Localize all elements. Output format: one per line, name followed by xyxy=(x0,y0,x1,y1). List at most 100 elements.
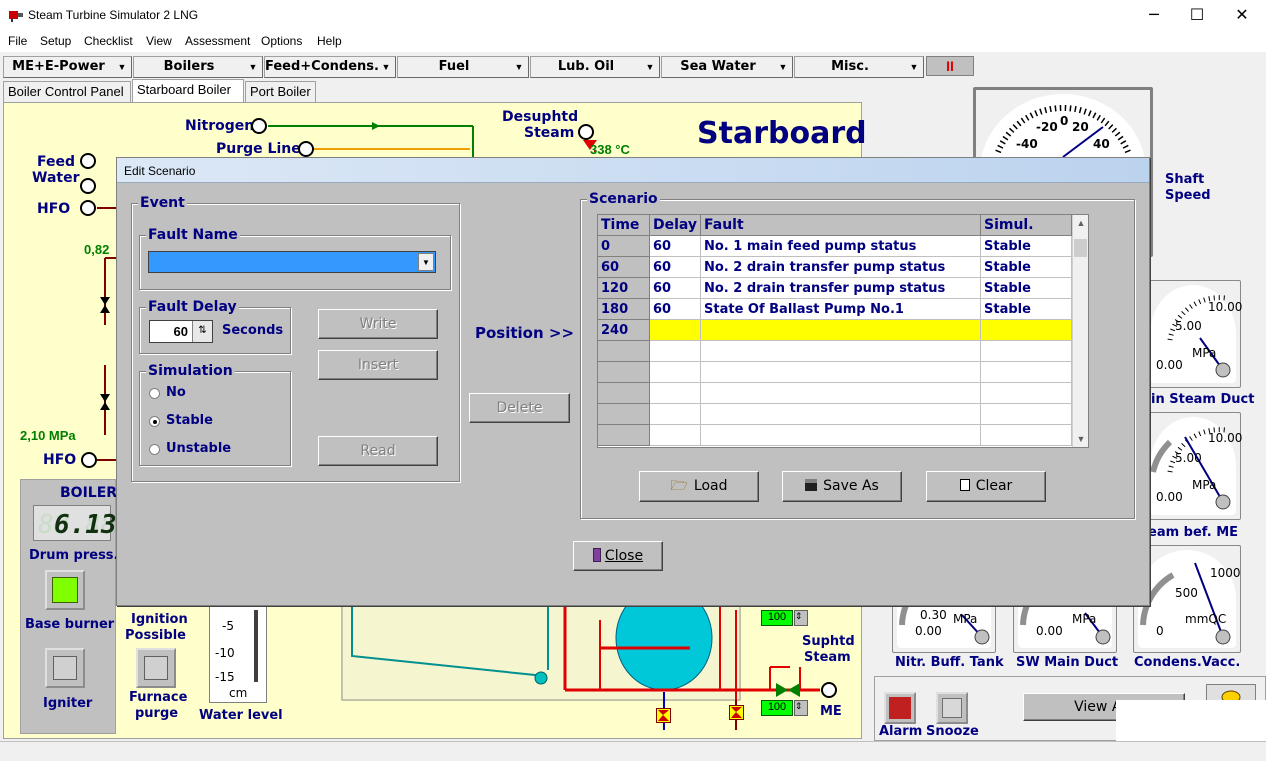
table-row[interactable] xyxy=(598,383,1072,404)
table-cell[interactable] xyxy=(598,425,650,446)
table-row[interactable]: 240 xyxy=(598,320,1072,341)
table-cell[interactable] xyxy=(701,425,981,446)
clear-button[interactable]: Clear xyxy=(926,471,1046,502)
radio-no[interactable] xyxy=(149,388,160,399)
menu-help[interactable]: Help xyxy=(317,34,342,48)
table-cell[interactable] xyxy=(650,425,701,446)
table-row[interactable]: 180 60 State Of Ballast Pump No.1 Stable xyxy=(598,299,1072,320)
column-header-time[interactable]: Time xyxy=(598,215,650,236)
scenario-table[interactable]: Time Delay Fault Simul. 0 60 No. 1 main fe… xyxy=(597,214,1089,448)
valve-b-stepper[interactable]: ⇕ xyxy=(794,700,808,716)
column-header-simul[interactable]: Simul. xyxy=(981,215,1072,236)
table-cell[interactable]: 60 xyxy=(650,236,701,257)
furnace-purge-button[interactable] xyxy=(136,648,176,688)
valve-icon[interactable] xyxy=(656,708,671,723)
table-cell[interactable] xyxy=(701,383,981,404)
table-cell[interactable] xyxy=(650,320,701,341)
menu-view[interactable]: View xyxy=(146,34,172,48)
delete-button[interactable]: Delete xyxy=(469,393,570,423)
write-button[interactable]: Write xyxy=(318,309,438,339)
fault-delay-input[interactable]: 60 ⇅ xyxy=(149,320,213,343)
close-button[interactable]: Close xyxy=(573,541,663,571)
table-cell[interactable]: 60 xyxy=(598,257,650,278)
menu-checklist[interactable]: Checklist xyxy=(84,34,133,48)
tab-port-boiler[interactable]: Port Boiler xyxy=(245,81,316,102)
chevron-down-icon[interactable]: ▼ xyxy=(418,253,434,271)
table-cell[interactable]: 60 xyxy=(650,278,701,299)
table-cell[interactable] xyxy=(701,404,981,425)
maximize-button[interactable]: ☐ xyxy=(1174,0,1220,31)
table-cell[interactable] xyxy=(650,383,701,404)
combo-misc[interactable]: Misc. ▼ xyxy=(794,56,924,78)
combo-feed-condens[interactable]: Feed+Condens. ▼ xyxy=(264,56,396,78)
table-cell[interactable] xyxy=(981,362,1072,383)
combo-fuel[interactable]: Fuel ▼ xyxy=(397,56,529,78)
table-cell[interactable] xyxy=(598,383,650,404)
menu-file[interactable]: File xyxy=(8,34,27,48)
fault-name-select[interactable]: ▼ xyxy=(148,251,436,273)
column-header-delay[interactable]: Delay xyxy=(650,215,701,236)
table-cell[interactable] xyxy=(981,383,1072,404)
table-cell[interactable] xyxy=(650,404,701,425)
column-header-fault[interactable]: Fault xyxy=(701,215,981,236)
table-cell[interactable] xyxy=(701,341,981,362)
table-cell[interactable]: State Of Ballast Pump No.1 xyxy=(701,299,981,320)
vertical-scrollbar[interactable]: ▲ ▼ xyxy=(1072,215,1088,447)
table-cell[interactable]: 60 xyxy=(650,299,701,320)
feed-water-connector-2[interactable] xyxy=(80,178,96,194)
menu-setup[interactable]: Setup xyxy=(40,34,71,48)
delay-stepper[interactable]: ⇅ xyxy=(192,321,212,342)
table-row[interactable]: 120 60 No. 2 drain transfer pump status Sta… xyxy=(598,278,1072,299)
table-cell[interactable] xyxy=(598,362,650,383)
valve-icon[interactable] xyxy=(729,705,744,720)
table-cell[interactable]: 240 xyxy=(598,320,650,341)
snooze-button[interactable] xyxy=(936,692,968,724)
hfo-bottom-connector[interactable] xyxy=(81,452,97,468)
table-cell[interactable]: No. 2 drain transfer pump status xyxy=(701,278,981,299)
menu-assessment[interactable]: Assessment xyxy=(185,34,250,48)
table-cell[interactable]: No. 2 drain transfer pump status xyxy=(701,257,981,278)
base-burner-lamp[interactable] xyxy=(45,570,85,610)
desuphtd-connector[interactable] xyxy=(578,124,594,140)
table-row[interactable] xyxy=(598,404,1072,425)
table-row[interactable] xyxy=(598,341,1072,362)
combo-boilers[interactable]: Boilers ▼ xyxy=(133,56,263,78)
table-cell[interactable] xyxy=(598,404,650,425)
table-cell[interactable] xyxy=(981,425,1072,446)
table-cell[interactable]: Stable xyxy=(981,299,1072,320)
table-cell[interactable]: 120 xyxy=(598,278,650,299)
table-row[interactable] xyxy=(598,425,1072,446)
table-cell[interactable] xyxy=(650,362,701,383)
minimize-button[interactable]: ─ xyxy=(1131,0,1177,31)
radio-unstable[interactable] xyxy=(149,444,160,455)
table-cell[interactable]: Stable xyxy=(981,257,1072,278)
read-button[interactable]: Read xyxy=(318,436,438,466)
pause-button[interactable]: II xyxy=(926,56,974,76)
table-cell[interactable]: 0 xyxy=(598,236,650,257)
combo-me-epower[interactable]: ME+E-Power ▼ xyxy=(3,56,132,78)
purge-line-connector[interactable] xyxy=(298,141,314,157)
close-window-button[interactable]: ✕ xyxy=(1219,0,1265,31)
combo-lub-oil[interactable]: Lub. Oil ▼ xyxy=(530,56,660,78)
table-row[interactable] xyxy=(598,362,1072,383)
scroll-up-icon[interactable]: ▲ xyxy=(1073,215,1089,231)
hfo-top-connector[interactable] xyxy=(80,200,96,216)
tab-boiler-control-panel[interactable]: Boiler Control Panel xyxy=(3,81,131,102)
load-button[interactable]: 🗁 Load xyxy=(639,471,759,502)
nitrogen-connector[interactable] xyxy=(251,118,267,134)
table-cell[interactable]: Stable xyxy=(981,278,1072,299)
combo-sea-water[interactable]: Sea Water ▼ xyxy=(661,56,793,78)
table-row[interactable]: 0 60 No. 1 main feed pump status Stable xyxy=(598,236,1072,257)
table-row[interactable]: 60 60 No. 2 drain transfer pump status Stab… xyxy=(598,257,1072,278)
table-cell[interactable] xyxy=(598,341,650,362)
table-cell[interactable] xyxy=(981,320,1072,341)
insert-button[interactable]: Insert xyxy=(318,350,438,380)
save-as-button[interactable]: Save As xyxy=(782,471,902,502)
valve-a-stepper[interactable]: ⇕ xyxy=(794,610,808,626)
table-cell[interactable]: 180 xyxy=(598,299,650,320)
me-connector[interactable] xyxy=(821,682,837,698)
table-cell[interactable]: 60 xyxy=(650,257,701,278)
table-cell[interactable] xyxy=(701,362,981,383)
feed-water-connector-1[interactable] xyxy=(80,153,96,169)
igniter-button[interactable] xyxy=(45,648,85,688)
